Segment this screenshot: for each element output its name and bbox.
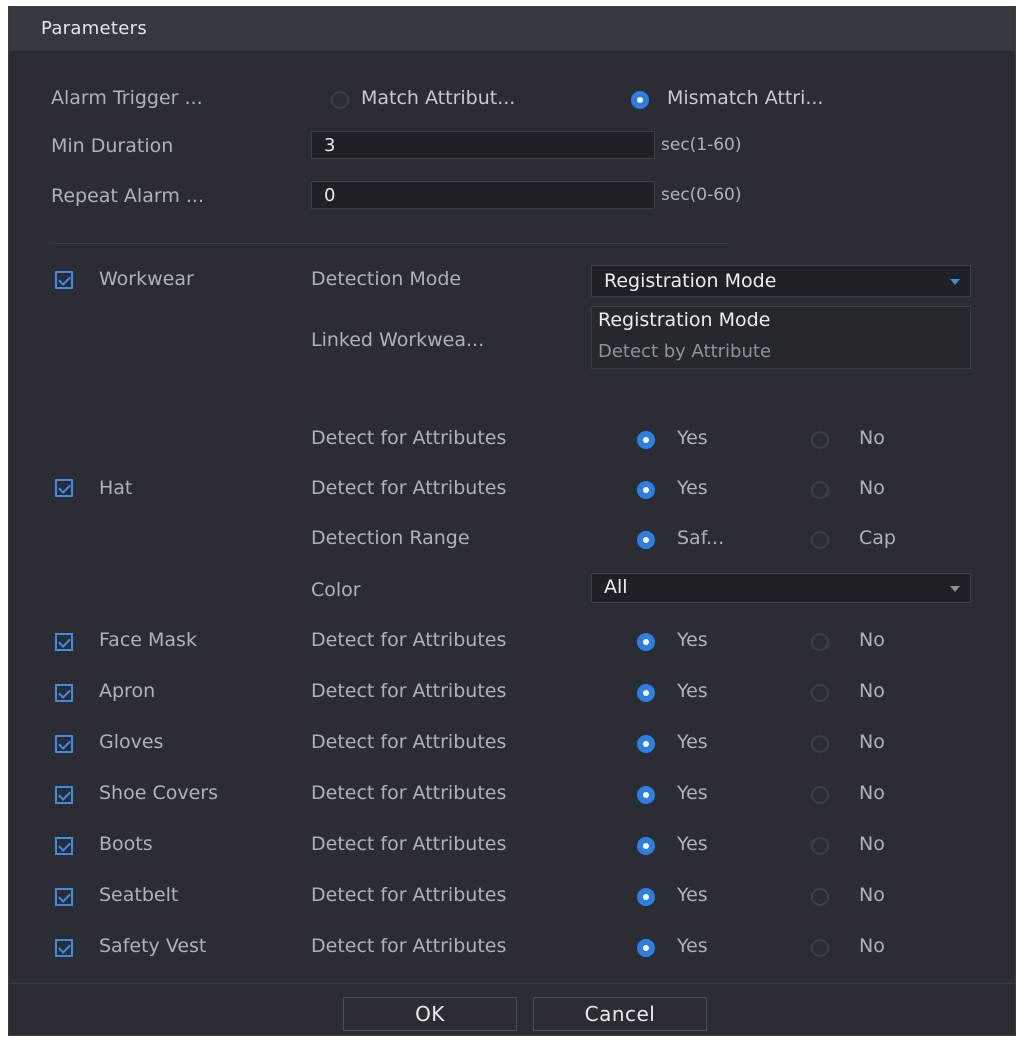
match-attribute-radio[interactable]	[331, 91, 349, 109]
hat-no-label[interactable]: No	[859, 477, 885, 499]
shoe-covers-label: Shoe Covers	[99, 782, 218, 804]
safety-vest-label: Safety Vest	[99, 935, 207, 957]
shoe-covers-yes-radio[interactable]	[637, 786, 655, 804]
apron-no-label[interactable]: No	[859, 680, 885, 702]
footer-divider	[9, 983, 1015, 984]
safety-vest-no-label[interactable]: No	[859, 935, 885, 957]
boots-detect-label: Detect for Attributes	[311, 833, 507, 855]
workwear-yes-radio[interactable]	[637, 431, 655, 449]
color-label: Color	[311, 579, 361, 601]
detection-mode-select[interactable]: Registration Mode	[591, 265, 971, 297]
detection-mode-dropdown: Registration Mode Detect by Attribute	[591, 306, 971, 369]
boots-yes-radio[interactable]	[637, 837, 655, 855]
chevron-down-icon	[950, 586, 960, 592]
apron-no-radio[interactable]	[811, 684, 829, 702]
gloves-yes-label[interactable]: Yes	[677, 731, 708, 753]
section-divider	[49, 243, 729, 244]
boots-no-label[interactable]: No	[859, 833, 885, 855]
face-mask-detect-label: Detect for Attributes	[311, 629, 507, 651]
workwear-yes-label[interactable]: Yes	[677, 427, 708, 449]
shoe-covers-no-radio[interactable]	[811, 786, 829, 804]
shoe-covers-checkbox[interactable]	[55, 786, 73, 804]
repeat-alarm-input[interactable]: 0	[311, 181, 655, 209]
gloves-yes-radio[interactable]	[637, 735, 655, 753]
gloves-label: Gloves	[99, 731, 164, 753]
seatbelt-yes-radio[interactable]	[637, 888, 655, 906]
safety-vest-no-radio[interactable]	[811, 939, 829, 957]
hat-yes-label[interactable]: Yes	[677, 477, 708, 499]
detection-range-saf-label[interactable]: Saf...	[677, 527, 724, 549]
hat-no-radio[interactable]	[811, 481, 829, 499]
repeat-alarm-unit: sec(0-60)	[661, 185, 742, 205]
face-mask-checkbox[interactable]	[55, 633, 73, 651]
safety-vest-checkbox[interactable]	[55, 939, 73, 957]
match-attribute-label[interactable]: Match Attribut...	[361, 87, 515, 109]
seatbelt-no-radio[interactable]	[811, 888, 829, 906]
boots-yes-label[interactable]: Yes	[677, 833, 708, 855]
repeat-alarm-label: Repeat Alarm ...	[51, 185, 204, 207]
min-duration-unit: sec(1-60)	[661, 135, 742, 155]
apron-yes-radio[interactable]	[637, 684, 655, 702]
gloves-no-label[interactable]: No	[859, 731, 885, 753]
shoe-covers-no-label[interactable]: No	[859, 782, 885, 804]
mismatch-attribute-label[interactable]: Mismatch Attri...	[667, 87, 823, 109]
color-select[interactable]: All	[591, 573, 971, 603]
boots-label: Boots	[99, 833, 153, 855]
linked-workwear-label: Linked Workwea...	[311, 329, 485, 351]
shoe-covers-yes-label[interactable]: Yes	[677, 782, 708, 804]
gloves-checkbox[interactable]	[55, 735, 73, 753]
seatbelt-detect-label: Detect for Attributes	[311, 884, 507, 906]
ok-button[interactable]: OK	[343, 997, 517, 1031]
detection-range-cap-label[interactable]: Cap	[859, 527, 896, 549]
hat-detect-label: Detect for Attributes	[311, 477, 507, 499]
seatbelt-no-label[interactable]: No	[859, 884, 885, 906]
gloves-detect-label: Detect for Attributes	[311, 731, 507, 753]
dropdown-option-detect-by-attribute[interactable]: Detect by Attribute	[598, 341, 771, 362]
parameters-dialog: Parameters Alarm Trigger ... Match Attri…	[8, 6, 1016, 1036]
face-mask-yes-label[interactable]: Yes	[677, 629, 708, 651]
workwear-no-label[interactable]: No	[859, 427, 885, 449]
safety-vest-yes-radio[interactable]	[637, 939, 655, 957]
dropdown-option-registration[interactable]: Registration Mode	[598, 309, 770, 331]
min-duration-label: Min Duration	[51, 135, 174, 157]
face-mask-label: Face Mask	[99, 629, 197, 651]
seatbelt-label: Seatbelt	[99, 884, 179, 906]
workwear-detect-label: Detect for Attributes	[311, 427, 507, 449]
apron-detect-label: Detect for Attributes	[311, 680, 507, 702]
detection-range-label: Detection Range	[311, 527, 470, 549]
dialog-title: Parameters	[41, 18, 148, 39]
workwear-no-radio[interactable]	[811, 431, 829, 449]
seatbelt-checkbox[interactable]	[55, 888, 73, 906]
apron-yes-label[interactable]: Yes	[677, 680, 708, 702]
alarm-trigger-label: Alarm Trigger ...	[51, 87, 203, 109]
min-duration-input[interactable]: 3	[311, 131, 655, 159]
mismatch-attribute-radio[interactable]	[631, 91, 649, 109]
safety-vest-yes-label[interactable]: Yes	[677, 935, 708, 957]
dialog-titlebar: Parameters	[9, 7, 1015, 52]
chevron-down-icon	[950, 279, 960, 285]
hat-yes-radio[interactable]	[637, 481, 655, 499]
workwear-label: Workwear	[99, 268, 194, 290]
shoe-covers-detect-label: Detect for Attributes	[311, 782, 507, 804]
hat-label: Hat	[99, 477, 133, 499]
detection-mode-label: Detection Mode	[311, 268, 462, 290]
gloves-no-radio[interactable]	[811, 735, 829, 753]
seatbelt-yes-label[interactable]: Yes	[677, 884, 708, 906]
face-mask-no-radio[interactable]	[811, 633, 829, 651]
face-mask-no-label[interactable]: No	[859, 629, 885, 651]
detection-mode-value: Registration Mode	[604, 270, 777, 292]
detection-range-cap-radio[interactable]	[811, 531, 829, 549]
apron-checkbox[interactable]	[55, 684, 73, 702]
cancel-button[interactable]: Cancel	[533, 997, 707, 1031]
detection-range-saf-radio[interactable]	[637, 531, 655, 549]
safety-vest-detect-label: Detect for Attributes	[311, 935, 507, 957]
boots-no-radio[interactable]	[811, 837, 829, 855]
apron-label: Apron	[99, 680, 156, 702]
face-mask-yes-radio[interactable]	[637, 633, 655, 651]
workwear-checkbox[interactable]	[55, 271, 73, 289]
color-select-value: All	[604, 576, 628, 598]
boots-checkbox[interactable]	[55, 837, 73, 855]
hat-checkbox[interactable]	[55, 479, 73, 497]
